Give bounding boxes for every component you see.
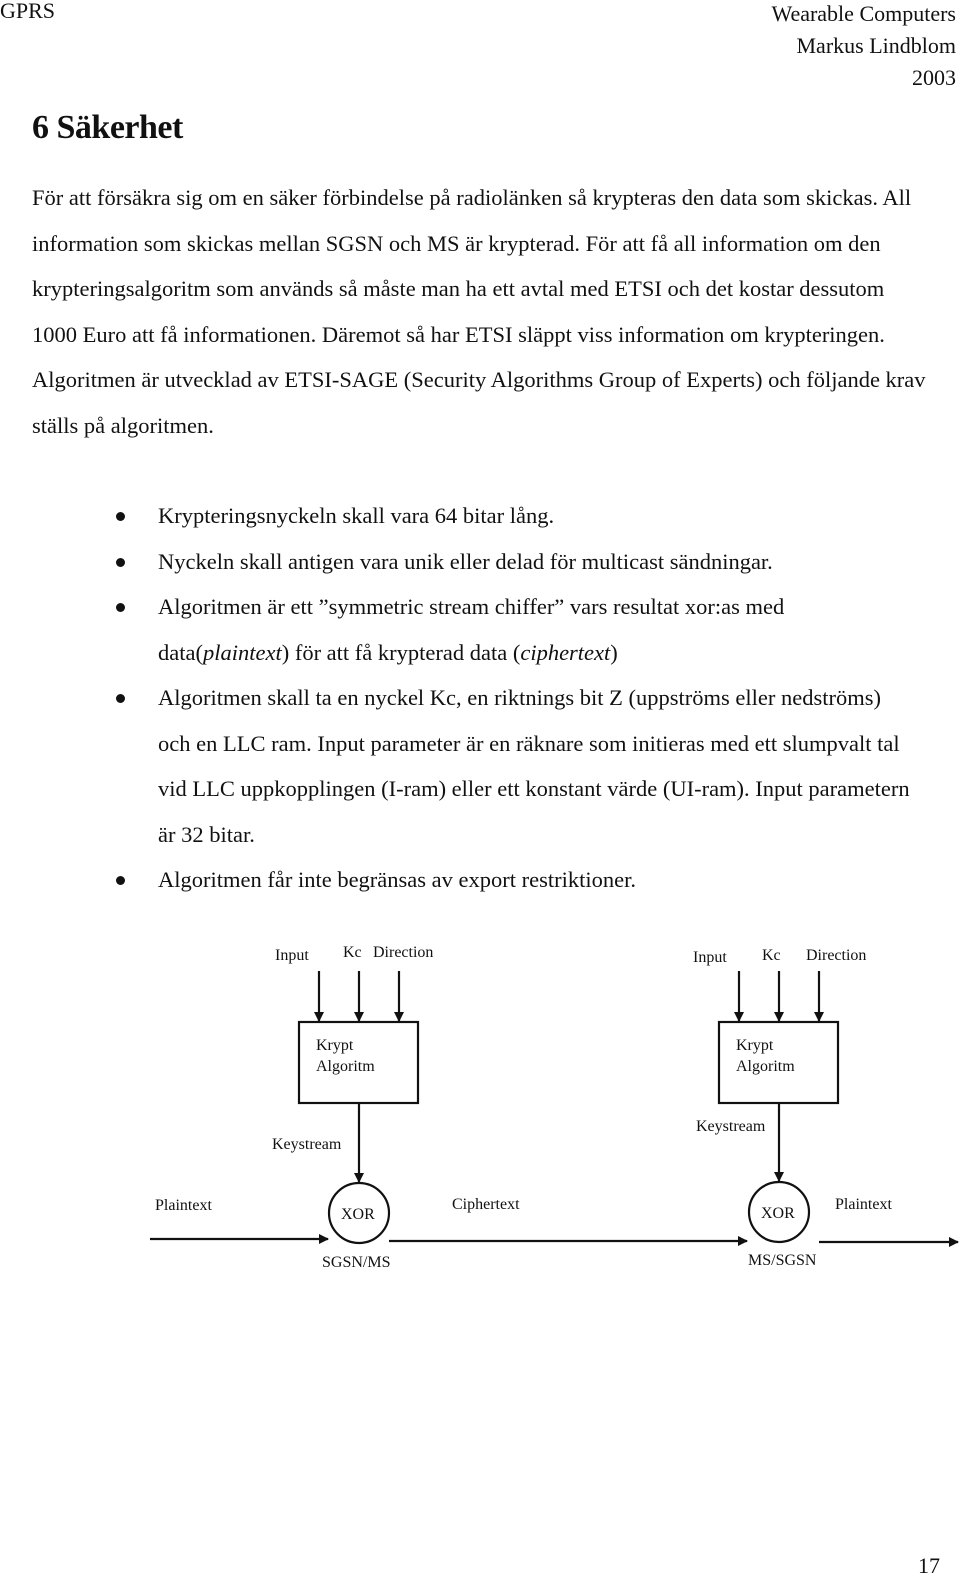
ciphertext-label: Ciphertext (452, 1196, 520, 1213)
requirement-text-part: ) (610, 639, 618, 665)
receiver-keystream-label: Keystream (696, 1118, 766, 1135)
intro-paragraph: För att försäkra sig om en säker förbind… (32, 185, 926, 438)
bullet-icon (116, 876, 125, 885)
header-year: 2003 (912, 65, 956, 90)
header-author: Markus Lindblom (796, 33, 957, 58)
receiver-section: Input Kc Direction Krypt Algoritm Keystr… (693, 947, 959, 1269)
receiver-node-label: MS/SGSN (748, 1252, 817, 1269)
term-plaintext: plaintext (202, 639, 282, 665)
requirement-text: Algoritmen får inte begränsas av export … (158, 867, 636, 892)
receiver-plaintext-label: Plaintext (835, 1196, 892, 1213)
sender-plaintext-label: Plaintext (155, 1197, 212, 1214)
sender-xor-label: XOR (341, 1206, 375, 1223)
sender-input-label: Input (275, 947, 309, 964)
receiver-xor-label: XOR (761, 1205, 795, 1222)
requirement-item: Algoritmen skall ta en nyckel Kc, en rik… (0, 675, 918, 857)
receiver-input-label: Input (693, 949, 727, 966)
sender-node-label: SGSN/MS (322, 1254, 390, 1271)
receiver-kc-label: Kc (762, 947, 781, 964)
header-right-block: Wearable Computers Markus Lindblom 2003 (771, 0, 956, 94)
receiver-box-line-2: Algoritm (736, 1058, 795, 1075)
sender-section: Input Kc Direction Krypt Algoritm Keystr… (150, 944, 433, 1271)
requirement-text: Krypteringsnyckeln skall vara 64 bitar l… (158, 503, 555, 528)
bullet-icon (116, 694, 125, 703)
header-left-title: GPRS (0, 0, 56, 23)
page-number: 17 (918, 1553, 940, 1578)
requirement-item: Algoritmen får inte begränsas av export … (0, 857, 918, 903)
requirement-item: Nyckeln skall antigen vara unik eller de… (0, 539, 918, 585)
section-title: 6 Säkerhet (32, 109, 183, 146)
sender-box-line-2: Algoritm (316, 1058, 375, 1075)
receiver-box-line-1: Krypt (736, 1037, 774, 1054)
requirement-item: Algoritmen är ett ”symmetric stream chif… (0, 584, 918, 675)
encryption-flow-diagram: Input Kc Direction Krypt Algoritm Keystr… (150, 944, 959, 1271)
requirement-text-part: ) för att få krypterad data ( (281, 639, 521, 665)
sender-kc-label: Kc (343, 944, 362, 961)
bullet-icon (116, 557, 125, 567)
term-ciphertext: ciphertext (520, 639, 611, 665)
sender-keystream-label: Keystream (272, 1136, 342, 1153)
requirement-text: Nyckeln skall antigen vara unik eller de… (158, 548, 773, 574)
bullet-icon (116, 603, 125, 612)
receiver-direction-label: Direction (806, 947, 866, 964)
sender-direction-label: Direction (373, 944, 433, 961)
requirement-text: Algoritmen skall ta en nyckel Kc, en rik… (158, 685, 910, 847)
sender-box-line-1: Krypt (316, 1037, 354, 1054)
header-course: Wearable Computers (771, 1, 956, 26)
requirement-item: Krypteringsnyckeln skall vara 64 bitar l… (0, 493, 918, 539)
requirements-list: Krypteringsnyckeln skall vara 64 bitar l… (0, 493, 960, 903)
bullet-icon (116, 512, 125, 521)
